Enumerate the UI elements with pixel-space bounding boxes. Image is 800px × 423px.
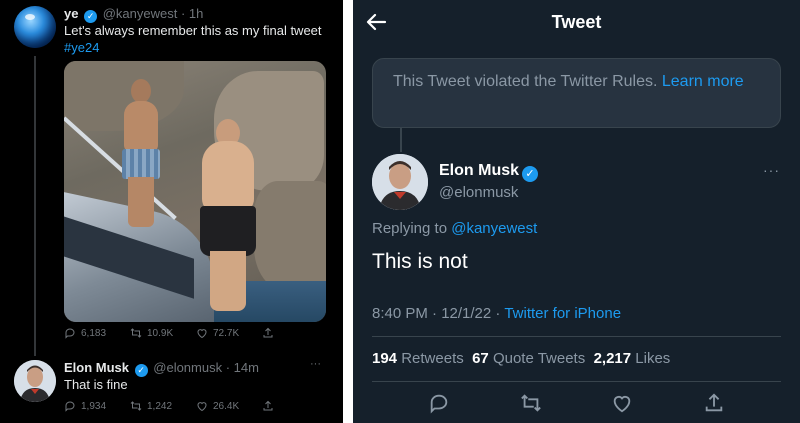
tweet1-header: ye ✓ @kanyewest · 1h <box>64 6 203 23</box>
verified-icon: ✓ <box>84 10 98 23</box>
tweet-stats: 194 Retweets 67 Quote Tweets 2,217 Likes <box>372 350 670 367</box>
reply-button[interactable]: 6,183 <box>64 327 130 339</box>
tweet1-time[interactable]: · 1h <box>181 6 203 21</box>
tweet1-text: Let's always remember this as my final t… <box>64 23 322 38</box>
share-icon[interactable] <box>703 392 725 414</box>
share-button[interactable] <box>262 327 328 339</box>
tweet1-name[interactable]: ye <box>64 6 78 21</box>
tweet2-time[interactable]: · 14m <box>226 360 259 375</box>
share-icon <box>263 327 273 338</box>
thread-connector <box>400 128 402 152</box>
share-icon <box>263 400 273 411</box>
tweet2-handle[interactable]: @elonmusk <box>153 360 222 375</box>
tweet-client-link[interactable]: Twitter for iPhone <box>504 305 621 322</box>
violation-notice: This Tweet violated the Twitter Rules. L… <box>372 58 781 128</box>
tweet1-actions: 6,183 10.9K 72.7K <box>64 327 328 339</box>
notice-text: This Tweet violated the Twitter Rules. <box>393 73 658 90</box>
tweet1-photo[interactable] <box>64 61 326 322</box>
reply-button[interactable]: 1,934 <box>64 400 130 412</box>
like-button[interactable]: 26.4K <box>196 400 262 412</box>
heart-icon <box>197 329 207 339</box>
elon-avatar[interactable] <box>14 360 56 402</box>
more-options-button[interactable]: ··· <box>763 162 780 178</box>
like-count: 72.7K <box>213 327 240 339</box>
divider-line <box>372 381 781 382</box>
tweet2-actions: 1,934 1,242 26.4K <box>64 400 328 412</box>
heart-icon[interactable] <box>611 392 633 414</box>
tweet-meta: 8:40 PM · 12/1/22 · Twitter for iPhone <box>372 305 621 322</box>
author-name[interactable]: Elon Musk ✓ <box>439 162 539 182</box>
tweet-actions <box>353 392 800 414</box>
author-name-text: Elon Musk <box>439 162 520 179</box>
like-count: 26.4K <box>213 400 240 412</box>
panel-divider <box>343 0 353 423</box>
tweet1-hashtag[interactable]: #ye24 <box>64 40 99 55</box>
reply-icon <box>65 401 75 412</box>
retweet-icon <box>130 401 142 411</box>
retweet-count: 1,242 <box>147 400 173 412</box>
right-panel: Tweet This Tweet violated the Twitter Ru… <box>353 0 800 423</box>
replying-label: Replying to <box>372 220 448 237</box>
reply-count: 6,183 <box>81 327 107 339</box>
divider-line <box>372 336 781 337</box>
tweet2-text: That is fine <box>64 377 128 392</box>
tweet-text: This is not <box>372 250 468 273</box>
retweet-count: 10.9K <box>147 327 174 339</box>
top-bar: Tweet <box>353 0 800 44</box>
retweet-icon <box>130 328 142 338</box>
left-panel: ye ✓ @kanyewest · 1h Let's always rememb… <box>0 0 343 423</box>
quote-tweets-stat[interactable]: 67 Quote Tweets <box>472 350 585 367</box>
retweets-stat[interactable]: 194 Retweets <box>372 350 464 367</box>
tweet2-header: Elon Musk ✓ @elonmusk · 14m <box>64 360 259 377</box>
tweet1-handle[interactable]: @kanyewest <box>103 6 178 21</box>
like-button[interactable]: 72.7K <box>196 327 262 339</box>
retweet-button[interactable]: 1,242 <box>130 400 196 412</box>
share-button[interactable] <box>262 400 328 412</box>
retweet-icon[interactable] <box>520 392 542 414</box>
thread-connector <box>34 56 36 356</box>
reply-count: 1,934 <box>81 400 107 412</box>
page-title: Tweet <box>551 12 602 32</box>
verified-icon: ✓ <box>134 364 148 377</box>
heart-icon <box>197 402 207 412</box>
reply-icon[interactable] <box>428 392 450 414</box>
tweet-timestamp[interactable]: 8:40 PM · 12/1/22 · <box>372 305 500 322</box>
ye-avatar[interactable] <box>14 6 56 48</box>
retweet-button[interactable]: 10.9K <box>130 327 196 339</box>
author-handle[interactable]: @elonmusk <box>439 184 518 201</box>
reply-icon <box>65 328 75 339</box>
learn-more-link[interactable]: Learn more <box>662 73 744 90</box>
verified-icon: ✓ <box>522 166 539 182</box>
tweet2-more-button[interactable]: ··· <box>310 358 321 370</box>
elon-avatar[interactable] <box>372 154 428 210</box>
likes-stat[interactable]: 2,217 Likes <box>594 350 671 367</box>
replying-mention-link[interactable]: @kanyewest <box>451 220 537 237</box>
replying-to: Replying to @kanyewest <box>372 220 537 237</box>
tweet2-name[interactable]: Elon Musk <box>64 360 129 375</box>
